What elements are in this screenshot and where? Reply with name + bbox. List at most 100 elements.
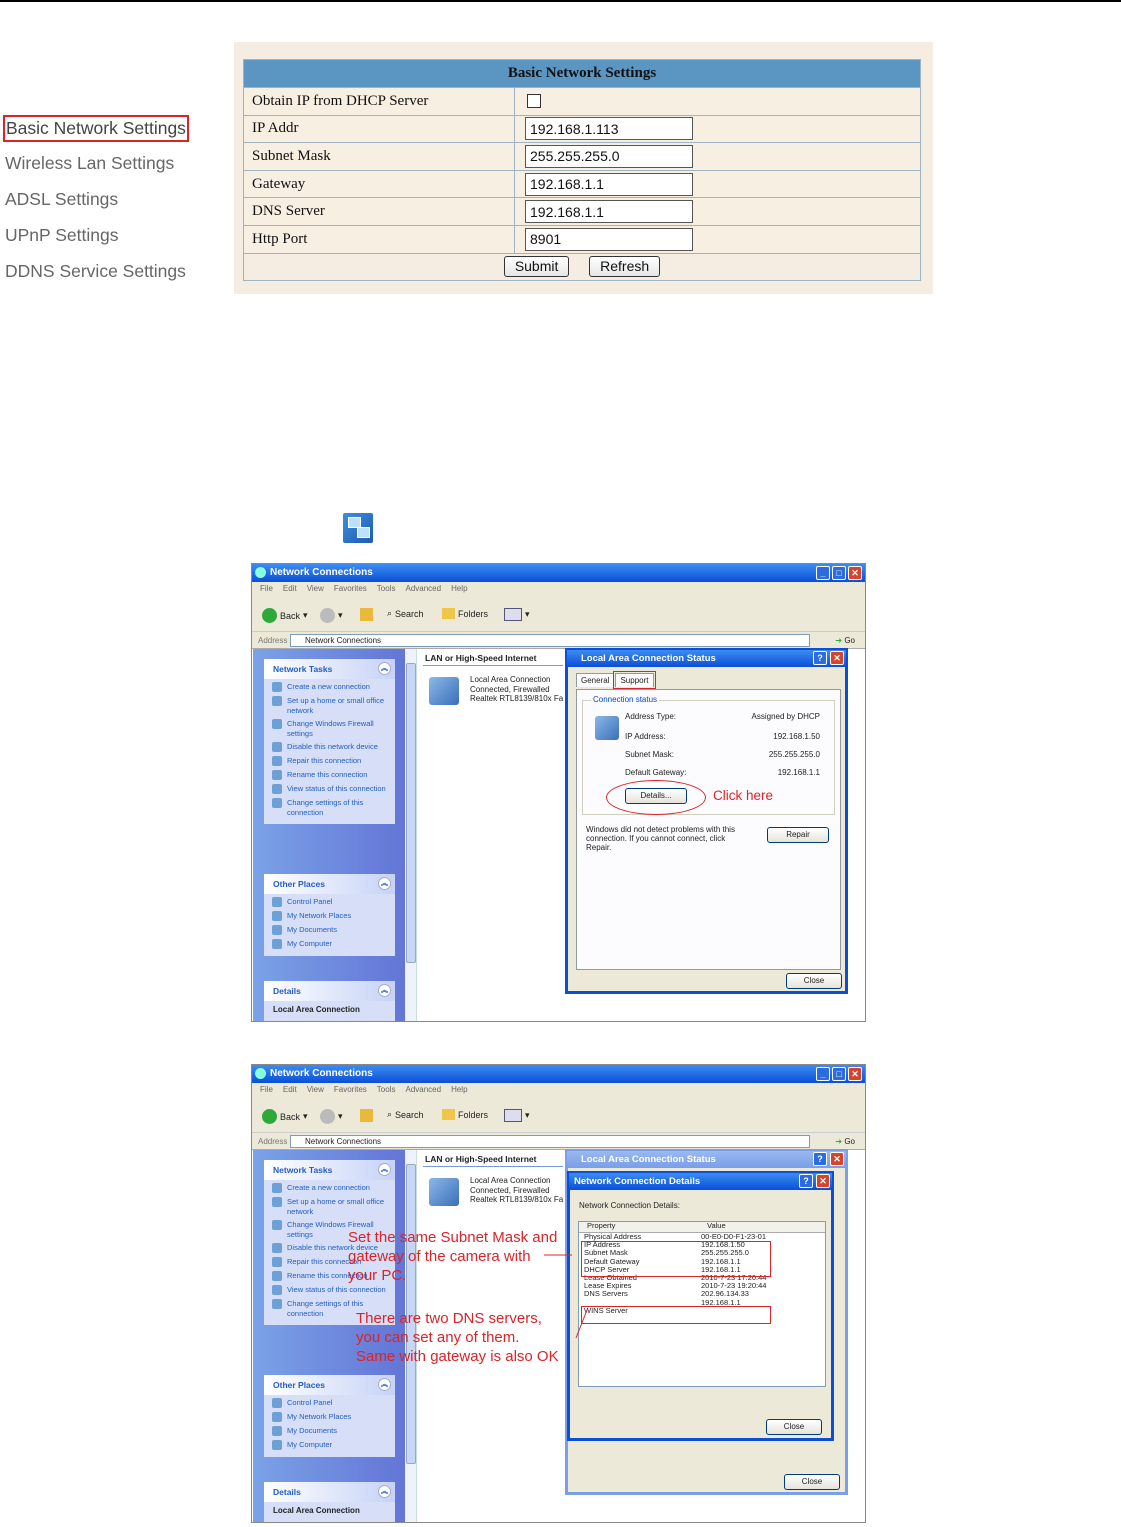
network-connection-icon bbox=[429, 1178, 459, 1206]
task-view-status[interactable]: View status of this connection bbox=[272, 1285, 391, 1295]
folders-button[interactable]: Folders bbox=[442, 608, 488, 619]
menu-tools[interactable]: Tools bbox=[377, 1085, 396, 1094]
task-view-status[interactable]: View status of this connection bbox=[272, 784, 391, 794]
help-icon[interactable]: ? bbox=[813, 651, 827, 665]
support-tab-pane: Connection status Address Type: Assigned… bbox=[576, 689, 841, 970]
http-port-input[interactable]: 8901 bbox=[525, 227, 693, 251]
back-button[interactable]: Back ▾ bbox=[262, 1109, 308, 1124]
collapse-icon[interactable]: ︽ bbox=[378, 1163, 391, 1176]
ip-addr-label: IP Addr bbox=[243, 114, 515, 144]
address-input[interactable]: Network Connections bbox=[290, 634, 810, 647]
help-icon[interactable]: ? bbox=[813, 1152, 827, 1166]
menu-help[interactable]: Help bbox=[451, 1085, 467, 1094]
up-folder-icon[interactable] bbox=[360, 1109, 373, 1122]
place-my-computer[interactable]: My Computer bbox=[272, 939, 391, 949]
menu-advanced[interactable]: Advanced bbox=[405, 1085, 441, 1094]
search-button[interactable]: ⌕ Search bbox=[387, 608, 424, 619]
go-button[interactable]: ➔ Go bbox=[835, 1133, 855, 1150]
task-create-connection[interactable]: Create a new connection bbox=[272, 1183, 391, 1193]
dhcp-checkbox[interactable] bbox=[527, 94, 541, 109]
search-button[interactable]: ⌕ Search bbox=[387, 1109, 424, 1120]
refresh-button[interactable]: Refresh bbox=[589, 256, 661, 278]
minimize-icon[interactable]: _ bbox=[816, 566, 830, 580]
up-folder-icon[interactable] bbox=[360, 608, 373, 621]
views-button[interactable]: ▾ bbox=[504, 1109, 530, 1122]
task-home-network[interactable]: Set up a home or small office network bbox=[272, 696, 391, 715]
subnet-mask-input[interactable]: 255.255.255.0 bbox=[525, 144, 693, 168]
connection-status-icon bbox=[595, 716, 619, 740]
task-disable-device[interactable]: Disable this network device bbox=[272, 742, 391, 752]
close-icon[interactable]: ✕ bbox=[830, 1152, 844, 1166]
close-icon[interactable]: ✕ bbox=[848, 1067, 862, 1081]
repair-button[interactable]: Repair bbox=[767, 827, 829, 843]
place-network-places[interactable]: My Network Places bbox=[272, 1412, 391, 1422]
close-icon[interactable]: ✕ bbox=[816, 1174, 830, 1188]
folder-icon bbox=[442, 1109, 455, 1120]
maximize-icon[interactable]: □ bbox=[832, 566, 846, 580]
col-value[interactable]: Value bbox=[699, 1222, 726, 1232]
network-tasks-group: Network Tasks ︽ Create a new connection S… bbox=[264, 659, 395, 824]
place-my-computer[interactable]: My Computer bbox=[272, 1440, 391, 1450]
maximize-icon[interactable]: □ bbox=[832, 1067, 846, 1081]
tab-support[interactable]: Support bbox=[613, 671, 656, 689]
task-create-connection[interactable]: Create a new connection bbox=[272, 682, 391, 692]
close-button[interactable]: Close bbox=[784, 1474, 840, 1490]
menu-file[interactable]: File bbox=[260, 584, 273, 593]
menu-favorites[interactable]: Favorites bbox=[334, 1085, 367, 1094]
tab-general[interactable]: General bbox=[576, 673, 615, 687]
place-control-panel[interactable]: Control Panel bbox=[272, 897, 391, 907]
place-my-documents[interactable]: My Documents bbox=[272, 925, 391, 935]
place-network-places[interactable]: My Network Places bbox=[272, 911, 391, 921]
place-my-documents[interactable]: My Documents bbox=[272, 1426, 391, 1436]
submit-button[interactable]: Submit bbox=[503, 256, 570, 278]
menu-help[interactable]: Help bbox=[451, 584, 467, 593]
minimize-icon[interactable]: _ bbox=[816, 1067, 830, 1081]
screenshot-status-dialog: Network Connections _ □ ✕ File Edit View Favo… bbox=[251, 563, 866, 1022]
address-input[interactable]: Network Connections bbox=[290, 1135, 810, 1148]
menu-item-upnp[interactable]: UPnP Settings bbox=[3, 223, 121, 248]
help-icon[interactable]: ? bbox=[799, 1174, 813, 1188]
menu-file[interactable]: File bbox=[260, 1085, 273, 1094]
settings-title: Basic Network Settings bbox=[243, 59, 921, 88]
menu-item-adsl[interactable]: ADSL Settings bbox=[3, 187, 120, 212]
details-button[interactable]: Details... bbox=[625, 788, 687, 804]
menu-favorites[interactable]: Favorites bbox=[334, 584, 367, 593]
note-dns-servers: There are two DNS servers, you can set a… bbox=[356, 1310, 559, 1365]
collapse-icon[interactable]: ︽ bbox=[378, 877, 391, 890]
views-button[interactable]: ▾ bbox=[504, 608, 530, 621]
task-repair[interactable]: Repair this connection bbox=[272, 756, 391, 766]
forward-button[interactable]: ▾ bbox=[320, 608, 343, 623]
task-rename[interactable]: Rename this connection bbox=[272, 770, 391, 780]
task-firewall[interactable]: Change Windows Firewall settings bbox=[272, 719, 391, 738]
col-property[interactable]: Property bbox=[579, 1222, 699, 1232]
go-button[interactable]: ➔ Go bbox=[835, 632, 855, 649]
menu-advanced[interactable]: Advanced bbox=[405, 584, 441, 593]
close-button[interactable]: Close bbox=[766, 1419, 822, 1435]
task-change-settings[interactable]: Change settings of this connection bbox=[272, 798, 391, 817]
close-icon[interactable]: ✕ bbox=[848, 566, 862, 580]
dns-server-input[interactable]: 192.168.1.1 bbox=[525, 200, 693, 224]
place-control-panel[interactable]: Control Panel bbox=[272, 1398, 391, 1408]
menu-view[interactable]: View bbox=[307, 584, 324, 593]
forward-button[interactable]: ▾ bbox=[320, 1109, 343, 1124]
collapse-icon[interactable]: ︽ bbox=[378, 984, 391, 997]
collapse-icon[interactable]: ︽ bbox=[378, 662, 391, 675]
ip-addr-input[interactable]: 192.168.1.113 bbox=[525, 117, 693, 141]
folders-button[interactable]: Folders bbox=[442, 1109, 488, 1120]
vertical-scrollbar[interactable] bbox=[405, 649, 417, 1021]
menu-item-wireless-lan[interactable]: Wireless Lan Settings bbox=[3, 151, 176, 176]
menu-view[interactable]: View bbox=[307, 1085, 324, 1094]
task-home-network[interactable]: Set up a home or small office network bbox=[272, 1197, 391, 1216]
collapse-icon[interactable]: ︽ bbox=[378, 1378, 391, 1391]
menu-item-ddns[interactable]: DDNS Service Settings bbox=[3, 259, 188, 284]
menu-tools[interactable]: Tools bbox=[377, 584, 396, 593]
menu-item-basic-network[interactable]: Basic Network Settings bbox=[3, 115, 189, 142]
gateway-input[interactable]: 192.168.1.1 bbox=[525, 172, 693, 196]
back-arrow-icon bbox=[262, 608, 277, 623]
back-button[interactable]: Back ▾ bbox=[262, 608, 308, 623]
menu-edit[interactable]: Edit bbox=[283, 584, 297, 593]
menu-edit[interactable]: Edit bbox=[283, 1085, 297, 1094]
collapse-icon[interactable]: ︽ bbox=[378, 1485, 391, 1498]
close-button[interactable]: Close bbox=[786, 973, 842, 989]
close-icon[interactable]: ✕ bbox=[830, 651, 844, 665]
